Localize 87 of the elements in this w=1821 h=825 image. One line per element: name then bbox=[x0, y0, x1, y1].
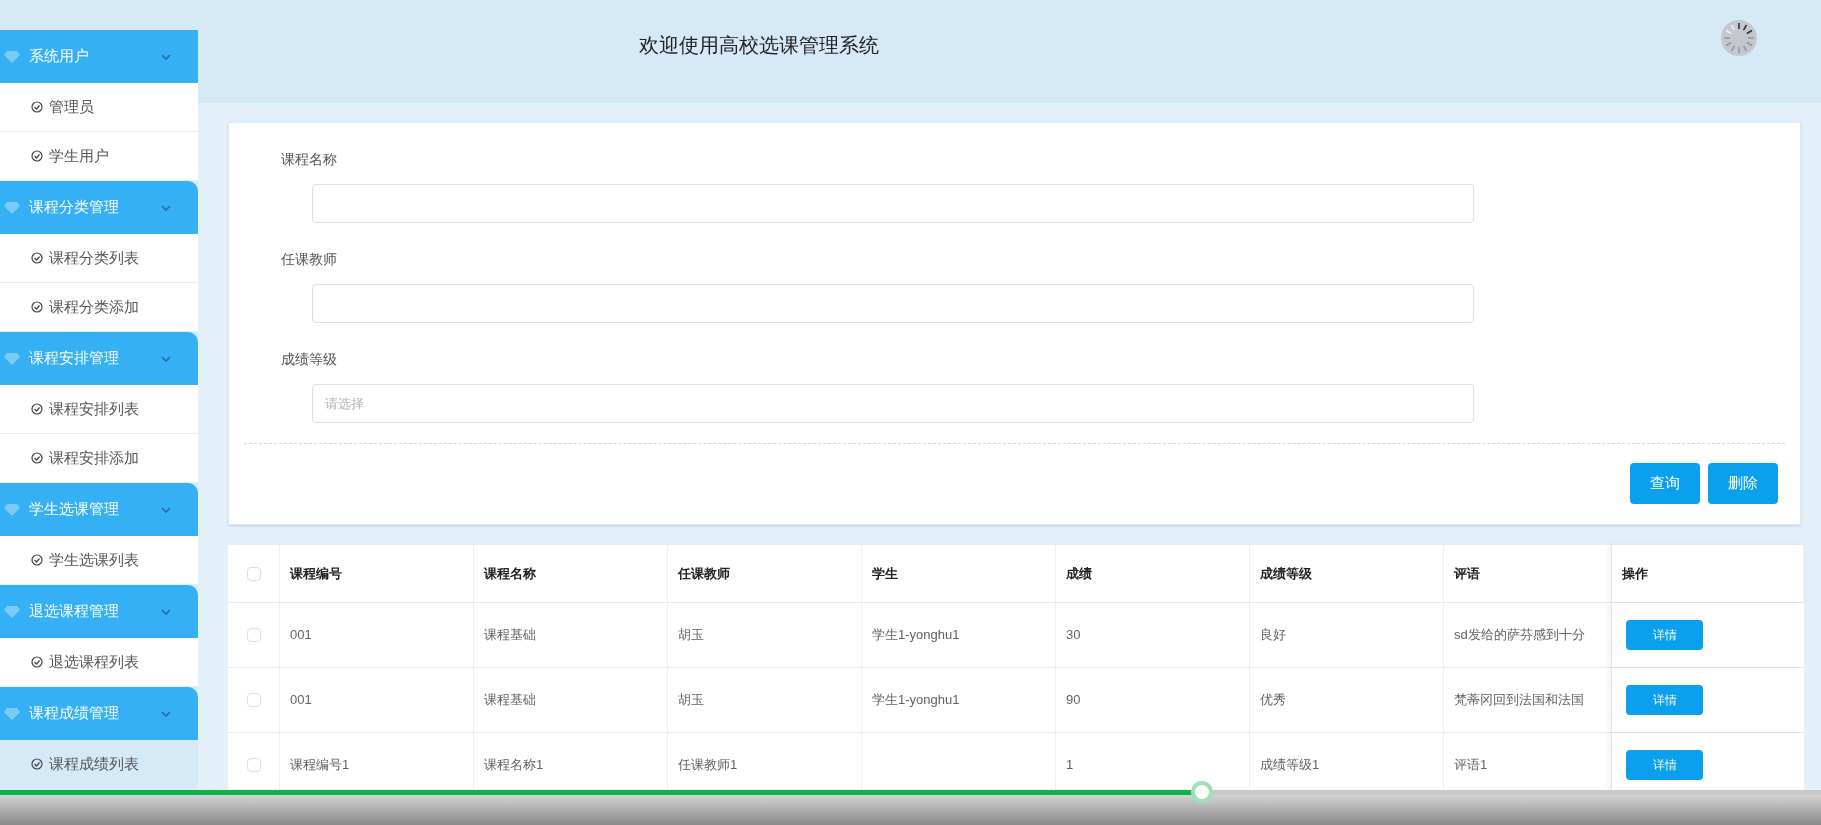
menu-item[interactable]: 课程分类列表 bbox=[0, 234, 198, 283]
menu-group-header[interactable]: 课程成绩管理 bbox=[0, 687, 198, 740]
progress-slider[interactable] bbox=[0, 781, 1821, 803]
menu-group-header[interactable]: 系统用户 bbox=[0, 30, 198, 83]
page-title: 欢迎使用高校选课管理系统 bbox=[639, 33, 879, 58]
loading-spinner-icon bbox=[1721, 20, 1757, 56]
check-circle-icon bbox=[31, 301, 43, 313]
input-field[interactable] bbox=[312, 284, 1474, 323]
table-cell-text: 001 bbox=[290, 626, 312, 645]
table-cell-text: 课程编号1 bbox=[290, 756, 350, 775]
column-header: 操作 bbox=[1612, 545, 1804, 602]
check-circle-icon bbox=[31, 656, 43, 668]
column-header: 评语 bbox=[1444, 545, 1612, 602]
table-cell-text: 课程基础 bbox=[484, 691, 536, 710]
check-circle-icon bbox=[31, 101, 43, 113]
select-field[interactable]: 请选择 bbox=[312, 384, 1474, 423]
check-circle-icon bbox=[31, 554, 43, 566]
menu-group-title: 课程分类管理 bbox=[29, 197, 120, 218]
table-cell-text: 90 bbox=[1066, 691, 1081, 710]
menu-group-title: 课程安排管理 bbox=[29, 348, 120, 369]
table-cell-text: 优秀 bbox=[1260, 691, 1286, 710]
table-cell-text: 课程基础 bbox=[484, 626, 536, 645]
diamond-icon bbox=[4, 351, 20, 366]
menu-group-title: 退选课程管理 bbox=[29, 601, 120, 622]
table-cell-text: 1 bbox=[1066, 756, 1074, 775]
column-header: 任课教师 bbox=[668, 545, 862, 602]
table-cell-text: 学生1-yonghu1 bbox=[872, 626, 960, 645]
menu-group-header[interactable]: 学生选课管理 bbox=[0, 483, 198, 536]
column-header: 成绩 bbox=[1056, 545, 1250, 602]
menu-group-header[interactable]: 退选课程管理 bbox=[0, 585, 198, 638]
action-button[interactable]: 删除 bbox=[1708, 463, 1778, 504]
table-cell-text: 梵蒂冈回到法国和法国 bbox=[1454, 691, 1584, 710]
table-cell-text: 任课教师1 bbox=[678, 756, 738, 775]
check-circle-icon bbox=[31, 252, 43, 264]
column-header: 学生 bbox=[862, 545, 1056, 602]
column-header: 成绩等级 bbox=[1250, 545, 1444, 602]
menu-group-title: 课程成绩管理 bbox=[29, 703, 120, 724]
row-checkbox[interactable] bbox=[246, 628, 261, 642]
details-button[interactable]: 详情 bbox=[1626, 620, 1703, 650]
check-circle-icon bbox=[31, 758, 43, 770]
check-circle-icon bbox=[31, 452, 43, 464]
chevron-down-icon bbox=[160, 203, 172, 212]
menu-item[interactable]: 课程分类添加 bbox=[0, 283, 198, 332]
menu-group-title: 学生选课管理 bbox=[29, 499, 120, 520]
row-checkbox[interactable] bbox=[246, 758, 261, 772]
menu-group-header[interactable]: 课程安排管理 bbox=[0, 332, 198, 385]
table-cell-text: 学生1-yonghu1 bbox=[872, 691, 960, 710]
menu-item[interactable]: 退选课程列表 bbox=[0, 638, 198, 687]
diamond-icon bbox=[4, 200, 20, 215]
diamond-icon bbox=[4, 604, 20, 619]
menu-group-title: 系统用户 bbox=[29, 46, 90, 67]
menu-item[interactable]: 管理员 bbox=[0, 83, 198, 132]
chevron-down-icon bbox=[160, 505, 172, 514]
row-checkbox[interactable] bbox=[246, 693, 261, 707]
field-label: 任课教师 bbox=[281, 250, 338, 269]
details-button[interactable]: 详情 bbox=[1626, 750, 1703, 780]
action-button[interactable]: 查询 bbox=[1630, 463, 1700, 504]
column-header: 课程名称 bbox=[474, 545, 668, 602]
check-circle-icon bbox=[31, 150, 43, 162]
chevron-down-icon bbox=[160, 709, 172, 718]
check-circle-icon bbox=[31, 403, 43, 415]
menu-item[interactable]: 课程安排列表 bbox=[0, 385, 198, 434]
chevron-down-icon bbox=[160, 52, 172, 61]
diamond-icon bbox=[4, 49, 20, 64]
table-cell-text: 评语1 bbox=[1454, 756, 1488, 775]
column-header: 课程编号 bbox=[280, 545, 474, 602]
chevron-down-icon bbox=[160, 354, 172, 363]
diamond-icon bbox=[4, 706, 20, 721]
table-cell-text: 胡玉 bbox=[678, 626, 704, 645]
table-cell-text: 30 bbox=[1066, 626, 1081, 645]
table-cell-text: sd发给的萨芬感到十分 bbox=[1454, 626, 1585, 645]
table-cell-text: 001 bbox=[290, 691, 312, 710]
menu-item[interactable]: 课程安排添加 bbox=[0, 434, 198, 483]
menu-group-header[interactable]: 课程分类管理 bbox=[0, 181, 198, 234]
field-label: 成绩等级 bbox=[281, 350, 338, 369]
details-button[interactable]: 详情 bbox=[1626, 685, 1703, 715]
table-cell-text: 良好 bbox=[1260, 626, 1286, 645]
chevron-down-icon bbox=[160, 607, 172, 616]
row-checkbox[interactable] bbox=[246, 566, 261, 581]
table-cell-text: 课程名称1 bbox=[484, 756, 544, 775]
table-cell-text: 成绩等级1 bbox=[1260, 756, 1320, 775]
diamond-icon bbox=[4, 502, 20, 517]
field-label: 课程名称 bbox=[281, 150, 338, 169]
input-field[interactable] bbox=[312, 184, 1474, 223]
table-cell-text: 胡玉 bbox=[678, 691, 704, 710]
menu-item[interactable]: 学生选课列表 bbox=[0, 536, 198, 585]
menu-item[interactable]: 学生用户 bbox=[0, 132, 198, 181]
